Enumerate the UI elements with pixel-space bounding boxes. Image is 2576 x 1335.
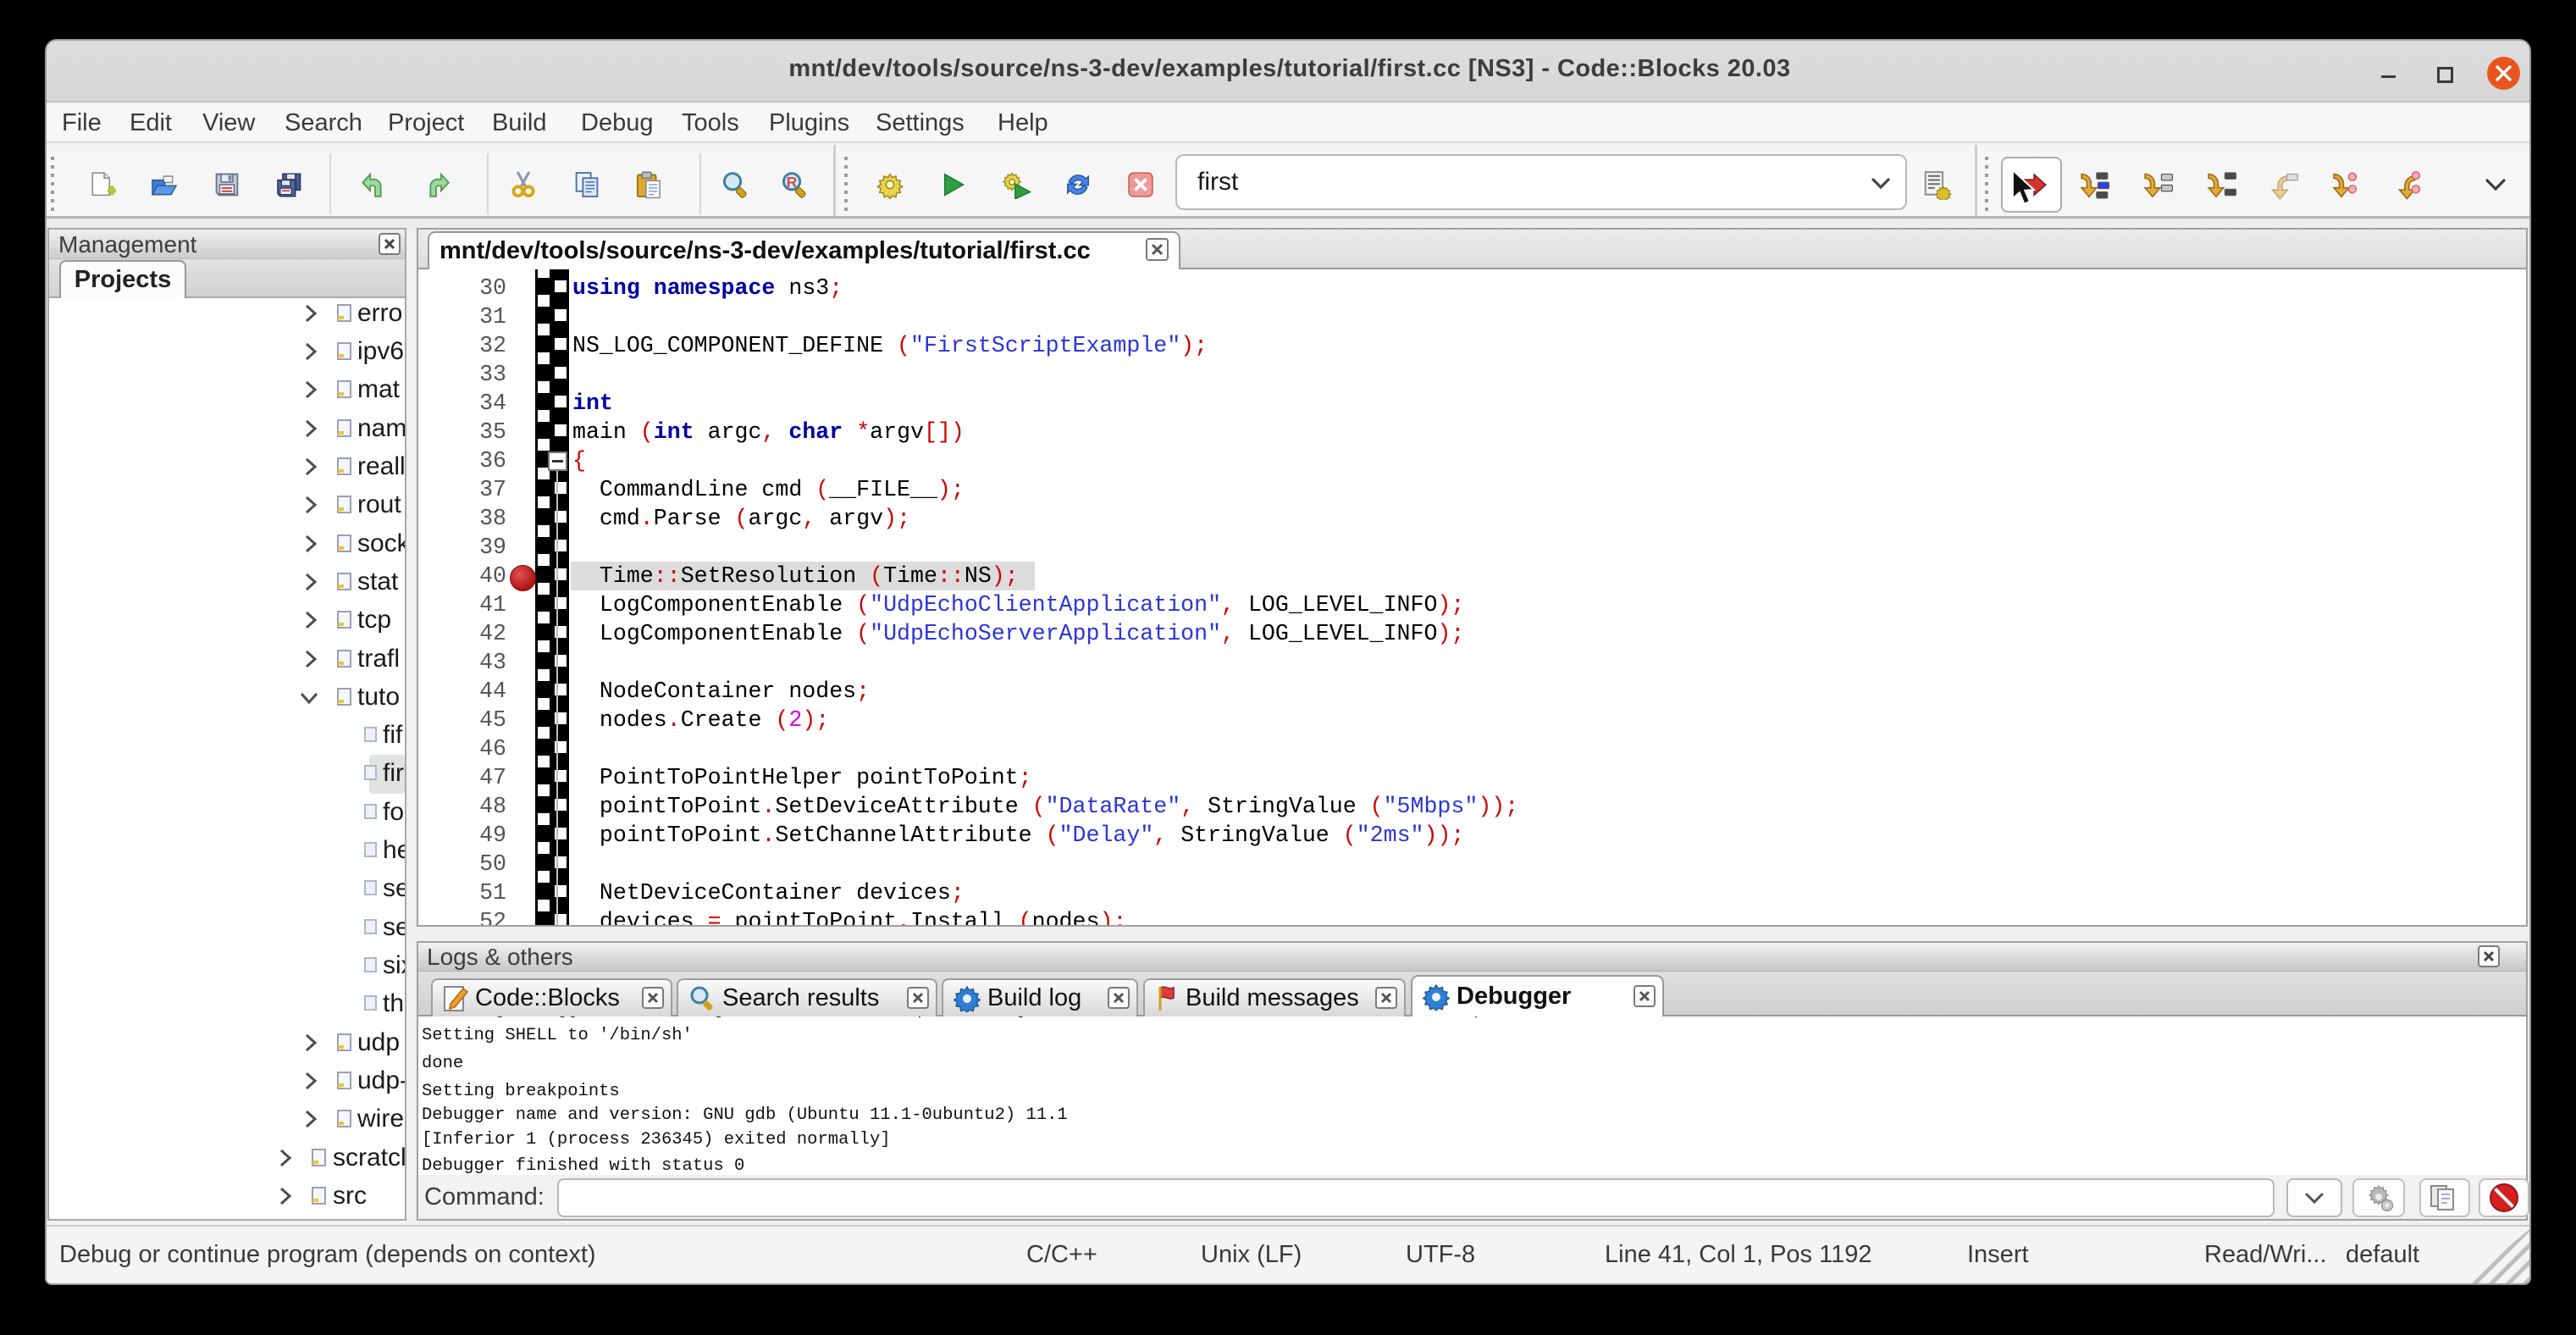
svg-text:R: R bbox=[787, 174, 798, 191]
